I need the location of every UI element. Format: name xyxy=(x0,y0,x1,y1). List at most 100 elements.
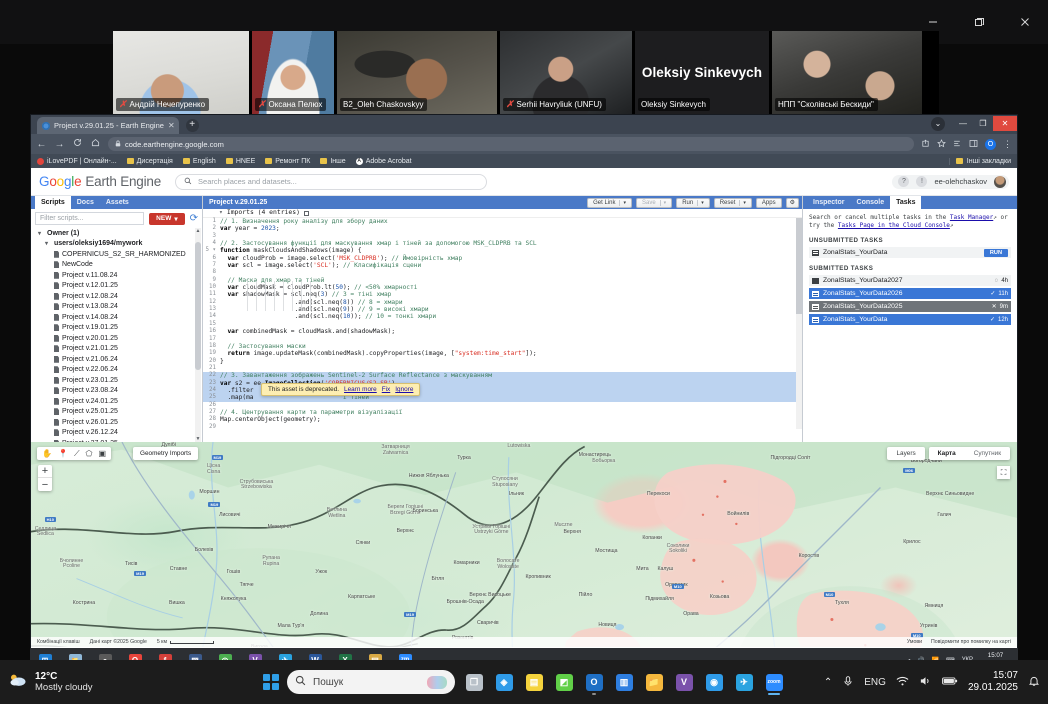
other-bookmarks-button[interactable]: Інші закладки xyxy=(948,157,1011,165)
line-icon[interactable]: ⟋ xyxy=(74,449,80,459)
script-item[interactable]: Project v.19.01.25 xyxy=(31,323,202,334)
tooltip-ignore-link[interactable]: Ignore xyxy=(395,386,413,393)
new-tab-button[interactable]: + xyxy=(185,119,199,132)
bookmark-item[interactable]: Інше xyxy=(320,158,346,165)
weather-widget[interactable]: 12°C Mostly cloudy xyxy=(8,671,198,693)
script-item[interactable]: COPERNICUS_S2_SR_HARMONIZED xyxy=(31,249,202,260)
browser-tab[interactable]: Project v.29.01.25 - Earth Engine ✕ xyxy=(37,117,179,134)
google-earth-engine-logo[interactable]: Google Earth Engine xyxy=(39,174,161,189)
submitted-task-row[interactable]: ZonalStats_YourData2026 ✓ 11h xyxy=(809,288,1011,299)
script-item[interactable]: Project v.25.01.25 xyxy=(31,407,202,418)
taskbar-sticky-notes[interactable]: ▤ xyxy=(520,668,548,696)
feedback-icon[interactable]: ! xyxy=(916,176,928,187)
bookmark-item[interactable]: Дисертація xyxy=(126,158,173,165)
browser-minimize-button[interactable]: — xyxy=(953,116,973,131)
language-indicator[interactable]: ENG xyxy=(864,677,886,688)
participant-tile[interactable]: B2_Oleh Chaskovskyy xyxy=(337,31,497,114)
code-scrollbar[interactable] xyxy=(796,218,802,429)
script-item[interactable]: NewCode xyxy=(31,260,202,271)
chevron-down-icon[interactable]: ▾ xyxy=(739,199,746,206)
terms-link[interactable]: Умови xyxy=(907,639,922,645)
taskbar-zoom[interactable]: zoom xyxy=(760,668,788,696)
start-button[interactable] xyxy=(260,671,282,693)
script-item[interactable]: Project v.22.06.24 xyxy=(31,365,202,376)
scrollbar-thumb[interactable] xyxy=(195,242,201,370)
participant-tile[interactable]: Oleksiy Sinkevych Oleksiy Sinkevych xyxy=(635,31,769,114)
basemap-map-button[interactable]: Карта xyxy=(929,447,965,460)
submitted-task-row[interactable]: ZonalStats_YourData2027 ◌ 4h xyxy=(809,275,1011,286)
keyboard-shortcuts-link[interactable]: Комбінації клавіш xyxy=(37,639,80,645)
fullscreen-icon[interactable]: ⛶ xyxy=(997,466,1010,479)
imports-row[interactable]: ▾ Imports (4 entries) xyxy=(203,209,802,218)
imports-toggle-icon[interactable] xyxy=(303,210,309,216)
chevron-down-icon[interactable]: ⌄ xyxy=(931,116,945,131)
browser-menu-icon[interactable]: ⋮ xyxy=(1003,139,1012,150)
tab-console[interactable]: Console xyxy=(851,196,891,209)
script-item[interactable]: Project v.26.01.25 xyxy=(31,417,202,428)
filter-scripts-input[interactable]: Filter scripts... xyxy=(35,212,145,225)
reset-button[interactable]: Reset ▾ xyxy=(713,197,752,208)
battery-icon[interactable] xyxy=(942,676,958,689)
zoom-out-button[interactable]: − xyxy=(38,478,52,491)
tab-close-icon[interactable]: ✕ xyxy=(168,121,175,130)
hand-icon[interactable]: ✋ xyxy=(42,449,52,458)
taskbar-viber[interactable]: V xyxy=(670,668,698,696)
report-error-link[interactable]: Повідомити про помилку на карті xyxy=(931,639,1011,645)
refresh-icon[interactable]: ⟳ xyxy=(190,213,198,224)
volume-icon[interactable] xyxy=(919,675,932,690)
search-input[interactable]: Пошук xyxy=(287,670,455,694)
geometry-imports-button[interactable]: Geometry Imports xyxy=(133,447,199,460)
taskbar-task-view[interactable]: ❐ xyxy=(460,668,488,696)
mic-icon[interactable] xyxy=(842,675,854,690)
chevron-down-icon[interactable]: ▾ xyxy=(697,199,704,206)
tab-tasks[interactable]: Tasks xyxy=(890,196,922,209)
map-canvas[interactable]: Lutowiska Затварниця Zatwarnica Бобьорка Ціс… xyxy=(31,442,1017,647)
script-item[interactable]: Project v.23.01.25 xyxy=(31,375,202,386)
chevron-down-icon[interactable]: ▾ xyxy=(619,199,626,206)
gear-icon[interactable]: ⚙ xyxy=(785,197,799,208)
taskbar-spreadsheet-app[interactable]: ◩ xyxy=(550,668,578,696)
submitted-task-row[interactable]: ZonalStats_YourData ✓ 12h xyxy=(809,314,1011,325)
browser-restore-button[interactable]: ❐ xyxy=(973,116,993,131)
polygon-icon[interactable]: ⬠ xyxy=(86,449,93,458)
reload-icon[interactable] xyxy=(72,138,83,150)
apps-button[interactable]: Apps xyxy=(755,197,782,208)
chevron-down-icon[interactable]: ▾ xyxy=(659,199,666,206)
scrollbar-thumb[interactable] xyxy=(796,218,802,314)
profile-avatar[interactable]: O xyxy=(985,138,996,150)
tab-assets[interactable]: Assets xyxy=(100,196,135,209)
user-email[interactable]: ee-olehchaskov xyxy=(934,177,987,186)
script-item[interactable]: Project v.13.08.24 xyxy=(31,302,202,313)
task-manager-link[interactable]: Task Manager xyxy=(950,214,993,221)
help-icon[interactable]: ? xyxy=(898,176,910,187)
search-input[interactable]: Search places and datasets... xyxy=(175,173,488,190)
script-item[interactable]: ▾ Owner (1) xyxy=(31,228,202,239)
script-item[interactable]: Project v.20.01.25 xyxy=(31,333,202,344)
taskbar-file-explorer[interactable]: 📁 xyxy=(640,668,668,696)
layers-button[interactable]: Layers xyxy=(887,447,925,460)
scripts-scrollbar[interactable]: ▲ ▼ xyxy=(195,228,201,442)
taskbar-trello[interactable]: ▥ xyxy=(610,668,638,696)
taskbar-outlook[interactable]: O xyxy=(580,668,608,696)
tab-inspector[interactable]: Inspector xyxy=(807,196,851,209)
clock[interactable]: 15:07 29.01.2025 xyxy=(968,670,1018,694)
side-panel-icon[interactable] xyxy=(969,139,978,150)
script-item[interactable]: Project v.26.12.24 xyxy=(31,428,202,439)
participant-tile[interactable]: ✗ Андрій Нечепуренко xyxy=(113,31,249,114)
zoom-maximize-button[interactable] xyxy=(956,7,1002,37)
participant-tile[interactable]: ✗ Serhii Havryliuk (UNFU) xyxy=(500,31,632,114)
get-link-button[interactable]: Get Link ▾ xyxy=(587,197,632,208)
reading-list-icon[interactable] xyxy=(953,139,962,150)
tooltip-learn-more-link[interactable]: Learn more xyxy=(344,386,377,393)
zoom-in-button[interactable]: + xyxy=(38,465,52,478)
home-icon[interactable] xyxy=(90,138,101,150)
bookmark-star-icon[interactable] xyxy=(937,138,946,150)
point-icon[interactable]: 📍 xyxy=(58,449,68,458)
participant-tile[interactable]: ✗ Оксана Пелюх xyxy=(252,31,334,114)
share-icon[interactable] xyxy=(921,139,930,150)
address-bar[interactable]: code.earthengine.google.com xyxy=(108,137,914,151)
script-item[interactable]: Project v.21.01.25 xyxy=(31,344,202,355)
script-item[interactable]: ▾ users/oleksiy1694/mywork xyxy=(31,239,202,250)
bookmark-item[interactable]: Ремонт ПК xyxy=(265,158,310,165)
bookmark-item[interactable]: iLovePDF | Онлайн-... xyxy=(37,157,117,165)
